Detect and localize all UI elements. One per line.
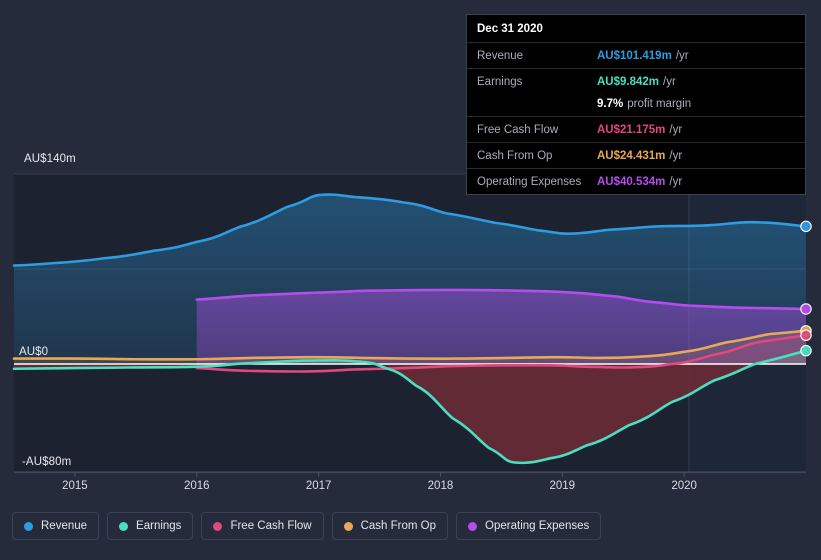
tooltip-key-free-cash-flow: Free Cash Flow: [477, 123, 559, 136]
legend-label-free-cash-flow: Free Cash Flow: [230, 520, 312, 532]
tooltip-value-free-cash-flow: AU$21.175m: [597, 123, 666, 136]
tooltip-suffix-operating-expenses: /yr: [669, 175, 683, 188]
legend-label-earnings: Earnings: [136, 520, 182, 532]
y-axis-label-top: AU$140m: [24, 153, 76, 165]
x-axis-label-2015: 2015: [62, 480, 88, 492]
chart-tooltip: Dec 31 2020 Revenue AU$101.419m /yr Earn…: [466, 14, 806, 195]
tooltip-value-revenue: AU$101.419m: [597, 49, 672, 62]
legend-dot-icon: [468, 521, 478, 531]
financial-performance-chart: AU$140m AU$0 -AU$80m 2015 2016 2017 2018…: [0, 0, 821, 560]
tooltip-suffix-earnings: /yr: [663, 75, 676, 88]
legend-item-free-cash-flow[interactable]: Free Cash Flow: [201, 512, 324, 540]
tooltip-value-cash-from-op: AU$24.431m: [597, 149, 666, 162]
legend-item-cash-from-op[interactable]: Cash From Op: [331, 512, 449, 540]
legend-label-cash-from-op: Cash From Op: [360, 520, 437, 532]
tooltip-key-earnings: Earnings: [477, 75, 523, 88]
y-axis-label-bottom: -AU$80m: [22, 456, 72, 468]
tooltip-row-cash-from-op: Cash From Op AU$24.431m /yr: [467, 142, 805, 168]
tooltip-value-earnings: AU$9.842m: [597, 75, 660, 88]
legend-label-revenue: Revenue: [41, 520, 88, 532]
tooltip-row-earnings: Earnings AU$9.842m /yr: [467, 68, 805, 94]
tooltip-suffix-revenue: /yr: [675, 49, 689, 62]
tooltip-row-profit-margin: 9.7% profit margin: [467, 94, 805, 116]
tooltip-key-revenue: Revenue: [477, 49, 524, 62]
x-axis-label-2017: 2017: [305, 480, 332, 492]
tooltip-date: Dec 31 2020: [477, 23, 543, 35]
legend-dot-icon: [119, 521, 129, 531]
operating-expenses-endpoint-marker[interactable]: [800, 303, 812, 315]
x-axis-label-2018: 2018: [427, 480, 454, 492]
earnings-endpoint-marker[interactable]: [800, 344, 812, 357]
legend-item-earnings[interactable]: Earnings: [107, 512, 194, 540]
tooltip-value-operating-expenses: AU$40.534m: [597, 175, 666, 188]
x-axis-label-2016: 2016: [183, 480, 210, 492]
tooltip-row-free-cash-flow: Free Cash Flow AU$21.175m /yr: [467, 116, 805, 142]
revenue-endpoint-marker[interactable]: [800, 220, 812, 233]
tooltip-suffix-cash-from-op: /yr: [669, 149, 683, 162]
legend-dot-icon: [24, 521, 33, 531]
tooltip-row-revenue: Revenue AU$101.419m /yr: [467, 42, 805, 68]
x-axis-label-2020: 2020: [671, 480, 697, 492]
tooltip-value-profit-margin: 9.7%: [597, 97, 624, 110]
free-cash-flow-endpoint-marker[interactable]: [800, 329, 812, 342]
legend-dot-icon: [343, 521, 353, 531]
legend-item-operating-expenses[interactable]: Operating Expenses: [456, 512, 602, 540]
x-axis-label-2019: 2019: [549, 480, 576, 492]
tooltip-label-profit-margin: profit margin: [627, 97, 692, 110]
y-axis-label-zero: AU$0: [19, 346, 49, 358]
legend-dot-icon: [213, 521, 223, 531]
tooltip-suffix-free-cash-flow: /yr: [669, 123, 683, 136]
tooltip-key-cash-from-op: Cash From Op: [477, 149, 553, 162]
chart-legend: Revenue Earnings Free Cash Flow Cash Fro…: [12, 512, 602, 540]
legend-label-operating-expenses: Operating Expenses: [485, 520, 590, 532]
legend-item-revenue[interactable]: Revenue: [12, 512, 100, 540]
tooltip-row-operating-expenses: Operating Expenses AU$40.534m /yr: [467, 168, 805, 194]
tooltip-key-operating-expenses: Operating Expenses: [477, 175, 582, 188]
